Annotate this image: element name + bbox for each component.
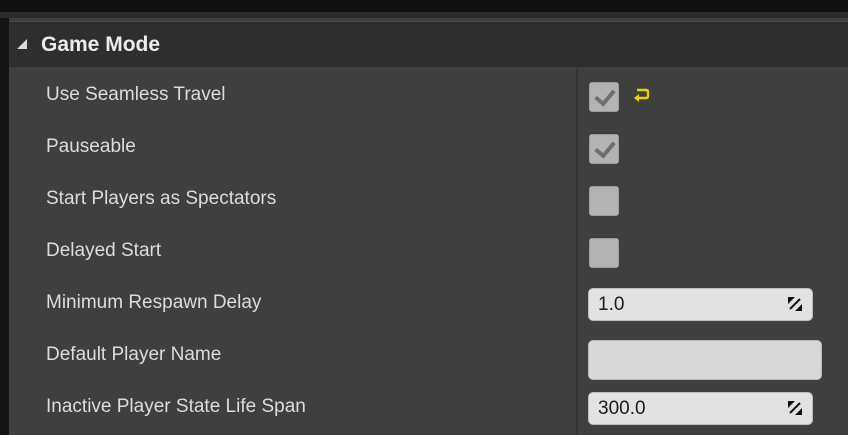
category-header-game-mode[interactable]: Game Mode xyxy=(9,21,848,67)
property-row-pauseable: Pauseable xyxy=(9,121,848,173)
property-row-minimum-respawn-delay: Minimum Respawn Delay 1.0 xyxy=(9,277,848,329)
start-players-as-spectators-checkbox[interactable] xyxy=(589,186,619,216)
inactive-player-state-life-span-input[interactable]: 300.0 xyxy=(588,392,813,425)
property-label: Delayed Start xyxy=(46,240,162,261)
delayed-start-checkbox[interactable] xyxy=(589,238,619,268)
property-label: Default Player Name xyxy=(46,344,222,365)
property-row-default-player-name: Default Player Name xyxy=(9,329,848,381)
property-label: Inactive Player State Life Span xyxy=(46,396,306,417)
pauseable-checkbox[interactable] xyxy=(589,134,619,164)
window-top-strip xyxy=(0,0,848,12)
property-list: Use Seamless Travel Pauseable Start Play… xyxy=(9,69,848,433)
property-row-inactive-player-state-life-span: Inactive Player State Life Span 300.0 xyxy=(9,381,848,433)
checkmark-icon xyxy=(594,136,616,159)
property-label: Minimum Respawn Delay xyxy=(46,292,262,313)
property-label: Pauseable xyxy=(46,136,136,157)
property-row-start-players-as-spectators: Start Players as Spectators xyxy=(9,173,848,225)
minimum-respawn-delay-input[interactable]: 1.0 xyxy=(588,288,813,321)
checkmark-icon xyxy=(594,84,616,107)
default-player-name-input[interactable] xyxy=(588,340,822,380)
category-title: Game Mode xyxy=(41,33,161,56)
field-value: 1.0 xyxy=(598,294,625,315)
property-row-delayed-start: Delayed Start xyxy=(9,225,848,277)
collapse-arrow-icon[interactable] xyxy=(17,39,27,49)
numeric-drag-icon[interactable] xyxy=(788,401,802,415)
property-row-use-seamless-travel: Use Seamless Travel xyxy=(9,69,848,121)
property-label: Start Players as Spectators xyxy=(46,188,277,209)
property-label: Use Seamless Travel xyxy=(46,84,226,105)
reset-to-default-icon[interactable] xyxy=(633,86,651,104)
field-value: 300.0 xyxy=(598,398,646,419)
numeric-drag-icon[interactable] xyxy=(788,297,802,311)
use-seamless-travel-checkbox[interactable] xyxy=(589,82,619,112)
